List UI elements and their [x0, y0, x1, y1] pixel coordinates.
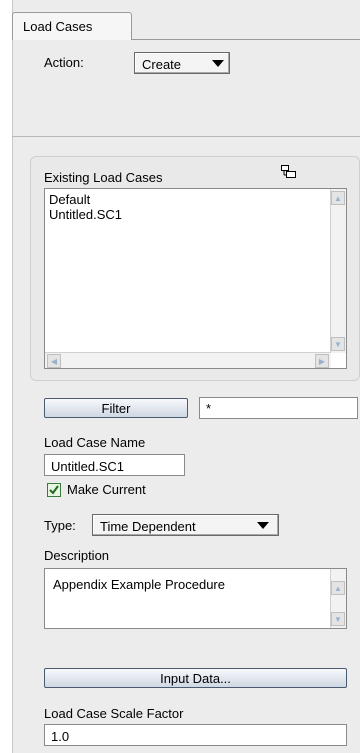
horizontal-scrollbar[interactable]: ◀ ▶ [45, 352, 331, 368]
input-data-button-label: Input Data... [160, 670, 231, 686]
existing-load-cases-list[interactable]: Default Untitled.SC1 ▲ ▼ ◀ ▶ [44, 188, 347, 369]
tab-load-cases[interactable]: Load Cases [12, 12, 132, 40]
input-data-button[interactable]: Input Data... [44, 668, 347, 688]
tree-view-icon[interactable] [281, 165, 297, 179]
checkmark-icon [49, 485, 59, 495]
type-dropdown[interactable]: Time Dependent [92, 514, 279, 536]
arrow-right-icon[interactable]: ▶ [315, 354, 329, 368]
left-margin [0, 0, 12, 753]
arrow-up-icon[interactable]: ▲ [331, 191, 345, 205]
description-textarea[interactable]: Appendix Example Procedure ▲ ▼ [44, 568, 347, 629]
type-value: Time Dependent [100, 519, 196, 534]
filter-input[interactable]: * [199, 397, 358, 419]
filter-button-label: Filter [101, 400, 131, 416]
type-label: Type: [44, 518, 76, 533]
action-value: Create [142, 57, 182, 72]
load-case-name-label: Load Case Name [44, 435, 146, 450]
description-label: Description [44, 548, 110, 563]
action-label: Action: [44, 55, 84, 70]
arrow-down-icon[interactable]: ▼ [331, 337, 345, 351]
description-value: Appendix Example Procedure [53, 577, 225, 592]
make-current-checkbox[interactable] [47, 483, 61, 497]
tab-label: Load Cases [23, 19, 93, 34]
section-divider [12, 136, 360, 137]
chevron-down-icon [257, 522, 269, 529]
arrow-left-icon[interactable]: ◀ [47, 354, 61, 368]
scale-factor-value: 1.0 [51, 729, 70, 744]
list-item-untitled-sc1[interactable]: Untitled.SC1 [49, 207, 122, 222]
list-item-default[interactable]: Default [49, 192, 90, 207]
scale-factor-field[interactable]: 1.0 [44, 724, 347, 746]
filter-button[interactable]: Filter [44, 398, 188, 418]
load-case-name-value: Untitled.SC1 [51, 459, 124, 474]
action-dropdown[interactable]: Create [134, 52, 230, 74]
make-current-label: Make Current [67, 482, 146, 497]
vertical-scrollbar[interactable]: ▲ ▼ [330, 189, 346, 353]
arrow-down-icon[interactable]: ▼ [331, 612, 345, 626]
chevron-down-icon [212, 60, 224, 67]
arrow-up-icon[interactable]: ▲ [331, 581, 345, 595]
filter-value: * [206, 401, 212, 416]
existing-load-cases-label: Existing Load Cases [44, 170, 163, 185]
scale-factor-label: Load Case Scale Factor [44, 706, 184, 721]
tab-underline [131, 39, 360, 40]
description-scrollbar[interactable]: ▲ ▼ [330, 569, 346, 628]
load-case-name-field[interactable]: Untitled.SC1 [44, 454, 185, 476]
